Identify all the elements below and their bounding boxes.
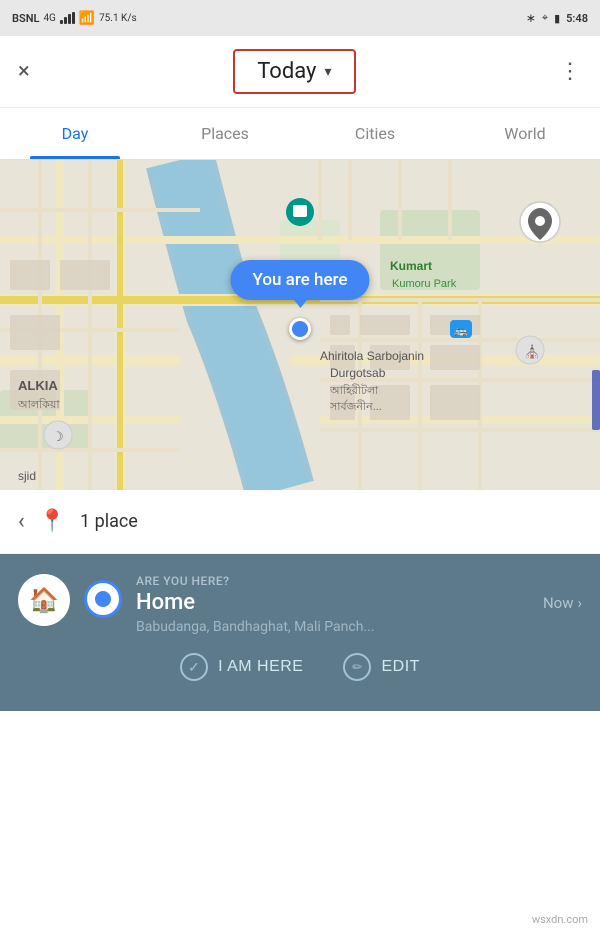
tab-world[interactable]: World — [450, 108, 600, 159]
card-chevron-icon: › — [577, 594, 582, 612]
tab-cities[interactable]: Cities — [300, 108, 450, 159]
tab-places-label: Places — [201, 124, 249, 143]
svg-text:সার্বজনীন...: সার্বজনীন... — [329, 400, 382, 413]
wifi-icon: 📶 — [79, 11, 95, 26]
action-row: ✓ I AM HERE ✏ EDIT — [18, 653, 582, 681]
svg-text:Kumart: Kumart — [390, 259, 432, 273]
you-are-here-bubble: You are here — [230, 260, 369, 300]
location-dot — [289, 318, 311, 340]
location-card: 🏠 ARE YOU HERE? Home Now › Babudanga, Ba… — [18, 574, 582, 635]
card-title: Home — [136, 590, 195, 615]
svg-text:⛪: ⛪ — [524, 343, 540, 359]
status-left: BSNL 4G 📶 75.1 K/s — [12, 11, 137, 26]
header: × Today ▾ ⋮ — [0, 36, 600, 108]
back-button[interactable]: ‹ — [18, 509, 25, 534]
card-subtitle: Babudanga, Bandhaghat, Mali Panch... — [136, 619, 582, 635]
tab-day-label: Day — [62, 124, 89, 143]
map-view[interactable]: ALKIA আলকিয়া Kumart Kumoru Park Ahirito… — [0, 160, 600, 490]
dropdown-arrow-icon: ▾ — [324, 64, 331, 80]
time-label: 5:48 — [566, 12, 588, 25]
places-count: 1 place — [80, 511, 138, 532]
signal-icon — [60, 12, 75, 24]
tab-cities-label: Cities — [355, 124, 395, 143]
battery-icon: ▮ — [554, 12, 560, 25]
location-circle — [84, 580, 122, 618]
card-text: ARE YOU HERE? Home Now › Babudanga, Band… — [136, 574, 582, 635]
edit-label: EDIT — [381, 658, 419, 676]
svg-text:আহিরীটলা: আহিরীটলা — [329, 384, 379, 397]
menu-button[interactable]: ⋮ — [559, 59, 582, 84]
svg-text:Kumoru Park: Kumoru Park — [392, 278, 457, 290]
tab-places[interactable]: Places — [150, 108, 300, 159]
svg-text:Ahiritola Sarbojanin: Ahiritola Sarbojanin — [320, 349, 424, 363]
svg-text:☽: ☽ — [52, 429, 64, 444]
location-inner-dot — [95, 591, 111, 607]
tab-bar: Day Places Cities World — [0, 108, 600, 160]
svg-text:Durgotsab: Durgotsab — [330, 366, 386, 380]
tab-day[interactable]: Day — [0, 108, 150, 159]
time-text: Now — [543, 594, 574, 612]
card-label: ARE YOU HERE? — [136, 574, 582, 588]
i-am-here-label: I AM HERE — [218, 658, 303, 676]
home-icon-circle: 🏠 — [18, 574, 70, 626]
svg-text:ALKIA: ALKIA — [18, 378, 58, 393]
carrier-label: BSNL — [12, 12, 39, 25]
card-section: 🏠 ARE YOU HERE? Home Now › Babudanga, Ba… — [0, 554, 600, 711]
close-button[interactable]: × — [18, 59, 30, 84]
svg-text:আলকিয়া: আলকিয়া — [17, 398, 60, 411]
tab-world-label: World — [504, 124, 545, 143]
status-right: ∗ ⌖ ▮ 5:48 — [526, 11, 588, 25]
card-time: Now › — [543, 594, 582, 612]
checkmark-icon: ✓ — [180, 653, 208, 681]
pin-icon: 📍 — [39, 509, 66, 534]
home-icon: 🏠 — [29, 586, 59, 614]
places-bar: ‹ 📍 1 place — [0, 490, 600, 554]
edit-icon: ✏ — [343, 653, 371, 681]
bluetooth-icon: ∗ — [526, 11, 536, 25]
network-label: 4G — [43, 13, 55, 24]
svg-text:🚌: 🚌 — [454, 325, 468, 337]
watermark: wsxdn.com — [532, 913, 588, 926]
i-am-here-button[interactable]: ✓ I AM HERE — [180, 653, 303, 681]
edit-button[interactable]: ✏ EDIT — [343, 653, 419, 681]
header-title: Today — [257, 59, 316, 84]
svg-text:sjid: sjid — [18, 469, 36, 483]
speed-label: 75.1 K/s — [99, 13, 137, 24]
card-title-row: Home Now › — [136, 590, 582, 615]
date-selector[interactable]: Today ▾ — [233, 49, 355, 94]
location-icon: ⌖ — [542, 11, 548, 25]
status-bar: BSNL 4G 📶 75.1 K/s ∗ ⌖ ▮ 5:48 — [0, 0, 600, 36]
